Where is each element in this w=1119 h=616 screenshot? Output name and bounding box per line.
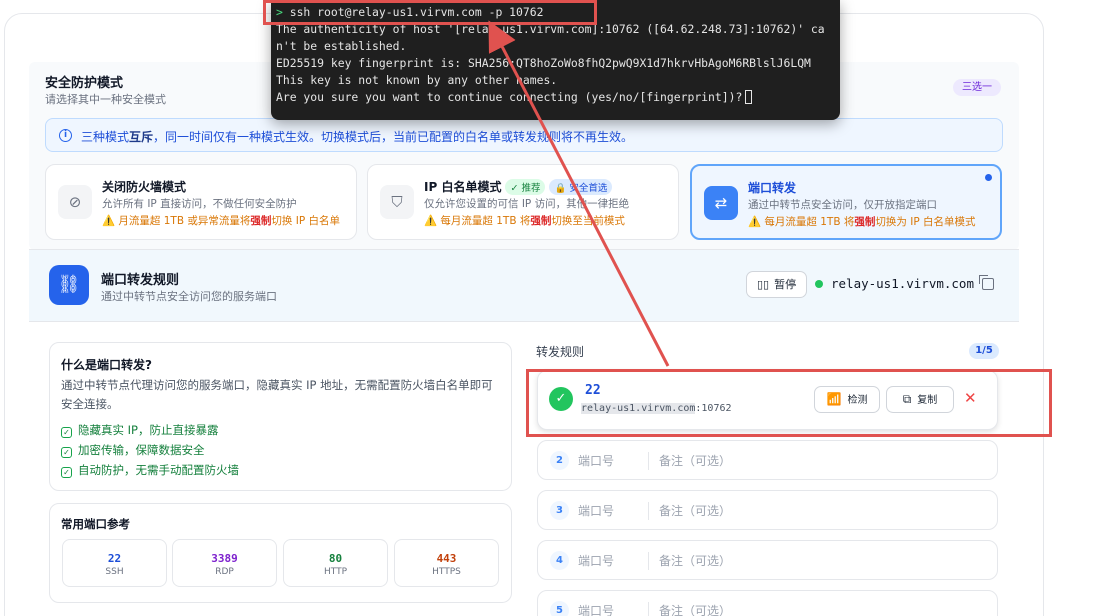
- annotation-arrow: [488, 20, 670, 367]
